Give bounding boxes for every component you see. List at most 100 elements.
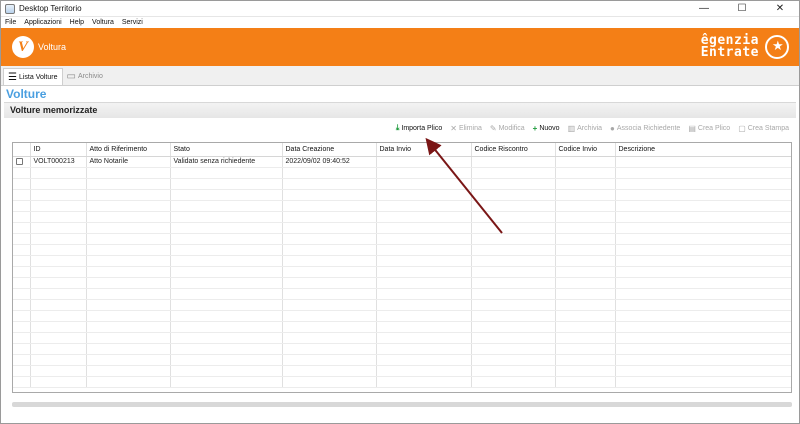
empty-cell: [282, 343, 377, 355]
empty-cell: [170, 189, 283, 201]
empty-cell: [471, 255, 556, 267]
empty-cell: [471, 354, 556, 366]
menu-file[interactable]: File: [5, 19, 16, 26]
empty-cell: [282, 255, 377, 267]
empty-cell: [615, 310, 791, 322]
empty-cell: [615, 244, 791, 256]
empty-cell: [376, 255, 472, 267]
empty-cell: [471, 310, 556, 322]
tab-archivio[interactable]: ▭ Archivio: [63, 68, 107, 85]
empty-cell: [170, 343, 283, 355]
column-header-select[interactable]: [13, 143, 31, 157]
empty-cell: [376, 376, 472, 388]
close-button[interactable]: ✕: [761, 1, 799, 17]
empty-row: [13, 211, 791, 223]
empty-cell: [555, 255, 616, 267]
empty-cell: [86, 178, 171, 190]
app-header: V Voltura êgenzia Entrate: [1, 28, 799, 66]
empty-cell: [555, 178, 616, 190]
column-header-stato[interactable]: Stato: [170, 143, 283, 157]
empty-cell: [170, 167, 283, 179]
empty-row: [13, 277, 791, 289]
empty-cell: [471, 189, 556, 201]
empty-cell: [30, 244, 87, 256]
minimize-button[interactable]: —: [685, 1, 723, 17]
empty-cell: [376, 299, 472, 311]
empty-cell: [170, 354, 283, 366]
empty-cell: [170, 200, 283, 212]
archivia-button[interactable]: ▥ Archivia: [568, 124, 602, 133]
empty-cell: [30, 299, 87, 311]
crea-stampa-button[interactable]: ▢ Crea Stampa: [738, 124, 789, 133]
modifica-button[interactable]: ✎ Modifica: [490, 124, 525, 133]
empty-cell: [555, 189, 616, 201]
package-icon: ▤: [688, 123, 696, 133]
empty-cell: [282, 189, 377, 201]
title-bar: Desktop Territorio — ☐ ✕: [1, 1, 799, 17]
maximize-button[interactable]: ☐: [723, 1, 761, 17]
empty-cell: [555, 321, 616, 333]
menu-servizi[interactable]: Servizi: [122, 19, 143, 26]
empty-cell: [471, 211, 556, 223]
empty-cell: [13, 211, 31, 223]
table-row[interactable]: VOLT000213 Atto Notarile Validato senza …: [13, 156, 791, 168]
nuovo-button[interactable]: + Nuovo: [533, 124, 560, 133]
horizontal-scrollbar[interactable]: [12, 402, 792, 407]
empty-row: [13, 310, 791, 322]
row-checkbox[interactable]: [16, 157, 23, 165]
column-header-data-creazione[interactable]: Data Creazione: [282, 143, 377, 157]
empty-cell: [86, 233, 171, 245]
tab-lista-volture[interactable]: ☰ Lista Volture: [3, 68, 63, 85]
empty-cell: [471, 244, 556, 256]
header-row: ID Atto di Riferimento Stato Data Creazi…: [13, 143, 791, 157]
empty-cell: [471, 332, 556, 344]
volture-table: ID Atto di Riferimento Stato Data Creazi…: [13, 143, 791, 388]
empty-row: [13, 266, 791, 278]
empty-cell: [30, 310, 87, 322]
empty-cell: [376, 222, 472, 234]
empty-cell: [30, 354, 87, 366]
menu-bar: File Applicazioni Help Voltura Servizi: [1, 17, 799, 28]
empty-cell: [13, 343, 31, 355]
empty-cell: [170, 321, 283, 333]
empty-row: [13, 167, 791, 179]
empty-cell: [615, 167, 791, 179]
empty-cell: [86, 354, 171, 366]
empty-cell: [376, 233, 472, 245]
elimina-button[interactable]: ✕ Elimina: [450, 124, 482, 133]
column-header-codice-invio[interactable]: Codice Invio: [555, 143, 616, 157]
menu-help[interactable]: Help: [70, 19, 84, 26]
crea-plico-button[interactable]: ▤ Crea Plico: [688, 124, 730, 133]
empty-cell: [376, 343, 472, 355]
column-header-atto[interactable]: Atto di Riferimento: [86, 143, 171, 157]
empty-cell: [86, 376, 171, 388]
column-header-descrizione[interactable]: Descrizione: [615, 143, 791, 157]
empty-cell: [170, 255, 283, 267]
empty-cell: [13, 299, 31, 311]
brand-line2: ntrate: [709, 45, 759, 60]
empty-row: [13, 200, 791, 212]
empty-cell: [555, 277, 616, 289]
empty-cell: [615, 255, 791, 267]
associa-richiedente-button[interactable]: ● Associa Richiedente: [610, 124, 680, 133]
empty-cell: [615, 233, 791, 245]
empty-cell: [86, 211, 171, 223]
column-header-id[interactable]: ID: [30, 143, 87, 157]
empty-cell: [615, 332, 791, 344]
voltura-logo-icon: V: [12, 36, 34, 58]
empty-cell: [86, 310, 171, 322]
column-header-data-invio[interactable]: Data Invio: [376, 143, 472, 157]
empty-cell: [555, 200, 616, 212]
empty-cell: [86, 299, 171, 311]
menu-applicazioni[interactable]: Applicazioni: [24, 19, 61, 26]
brand-initial-e: E: [700, 45, 710, 60]
agenzia-entrate-logo: êgenzia Entrate: [701, 31, 789, 63]
importa-plico-button[interactable]: ⤓ Importa Plico: [396, 123, 442, 133]
empty-cell: [282, 266, 377, 278]
empty-cell: [170, 332, 283, 344]
column-header-codice-riscontro[interactable]: Codice Riscontro: [471, 143, 556, 157]
empty-cell: [282, 167, 377, 179]
empty-cell: [30, 288, 87, 300]
menu-voltura[interactable]: Voltura: [92, 19, 114, 26]
empty-cell: [30, 332, 87, 344]
